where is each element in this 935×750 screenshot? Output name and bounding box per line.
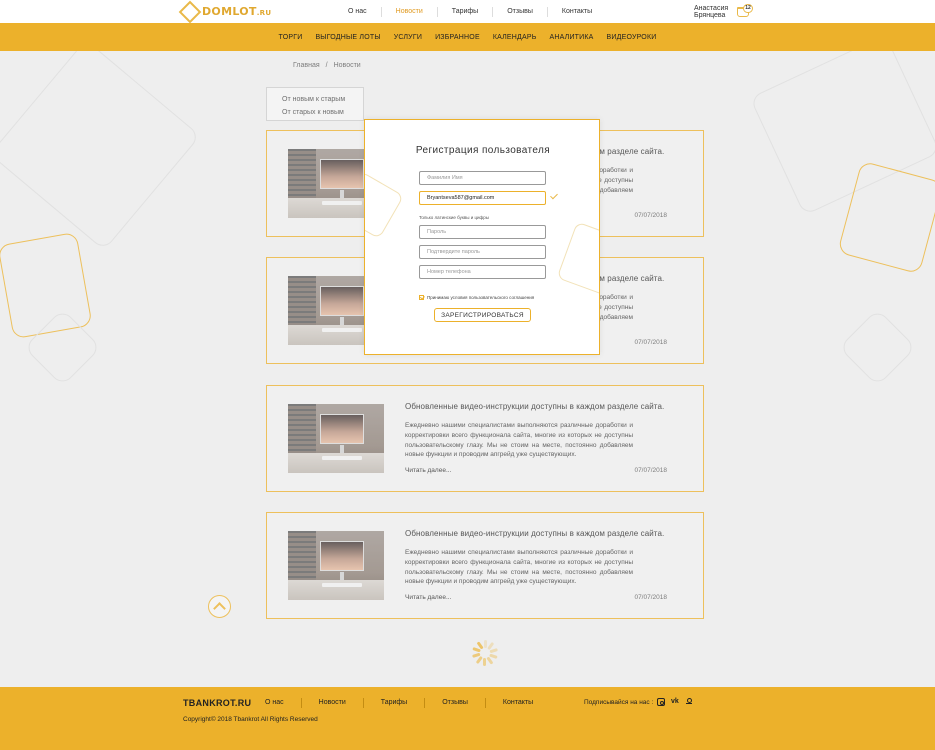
full-name-input[interactable] bbox=[419, 171, 546, 185]
main-menu: Торги Выгодные лоты Услуги Избранное Календа… bbox=[0, 23, 935, 51]
main-menu-item[interactable]: Календарь bbox=[493, 34, 537, 41]
footer: TBANKROT.RU О нас Новости Тарифы Отзывы Конт… bbox=[0, 687, 935, 750]
footer-nav-item[interactable]: Новости bbox=[302, 698, 364, 708]
subscribe-label: Подписывайся на нас : bbox=[584, 699, 654, 706]
registration-modal: Регистрация пользователя Только латински… bbox=[364, 119, 600, 355]
top-nav-item[interactable]: Контакты bbox=[548, 7, 606, 17]
email-valid-check-icon bbox=[550, 191, 558, 200]
main-menu-item[interactable]: Избранное bbox=[435, 34, 480, 41]
agreement: Принимаю условия пользовательского согла… bbox=[419, 295, 534, 300]
main-menu-item[interactable]: Услуги bbox=[394, 34, 422, 41]
copyright: Copyright© 2018 Tbankrot All Rights Rese… bbox=[183, 716, 318, 723]
social-links: vk bbox=[657, 698, 693, 706]
logo-diamond-icon bbox=[178, 0, 202, 23]
footer-nav-item[interactable]: Тарифы bbox=[364, 698, 426, 708]
modal-decor-shape bbox=[365, 170, 405, 240]
main-menu-item[interactable]: Торги bbox=[279, 34, 303, 41]
site-logo[interactable]: DOMLOT.RU bbox=[178, 0, 272, 23]
vk-icon[interactable]: vk bbox=[671, 698, 679, 706]
modal-title: Регистрация пользователя bbox=[415, 145, 551, 156]
top-nav-item[interactable]: Новости bbox=[382, 6, 438, 17]
instagram-icon[interactable] bbox=[657, 698, 665, 706]
footer-logo[interactable]: TBANKROT.RU bbox=[183, 698, 251, 708]
logo-text: DOMLOT.RU bbox=[202, 5, 272, 18]
latin-only-hint: Только латинские буквы и цифры bbox=[419, 215, 489, 220]
top-nav-item[interactable]: Отзывы bbox=[493, 6, 548, 17]
confirm-password-input[interactable] bbox=[419, 245, 546, 259]
agreement-checkbox[interactable] bbox=[419, 295, 424, 300]
email-input[interactable] bbox=[419, 191, 546, 205]
agreement-label[interactable]: Принимаю условия пользовательского согла… bbox=[427, 295, 534, 300]
main-menu-item[interactable]: Аналитика bbox=[550, 34, 594, 41]
footer-nav-item[interactable]: О нас bbox=[248, 698, 302, 708]
main-menu-item[interactable]: Выгодные лоты bbox=[315, 34, 380, 41]
user-name[interactable]: Анастасия Брянцева bbox=[694, 5, 728, 19]
phone-input[interactable] bbox=[419, 265, 546, 279]
register-button[interactable]: Зарегистрироваться bbox=[434, 308, 531, 322]
modal-decor-shape bbox=[556, 221, 599, 299]
top-nav: О нас Новости Тарифы Отзывы Контакты bbox=[334, 0, 606, 23]
footer-nav-item[interactable]: Контакты bbox=[486, 698, 550, 708]
footer-nav: О нас Новости Тарифы Отзывы Контакты bbox=[248, 697, 550, 709]
odnoklassniki-icon[interactable] bbox=[685, 698, 693, 706]
top-nav-item[interactable]: Тарифы bbox=[438, 6, 494, 17]
cart-count-badge: 12 bbox=[743, 4, 753, 13]
footer-nav-item[interactable]: Отзывы bbox=[425, 698, 486, 708]
password-input[interactable] bbox=[419, 225, 546, 239]
top-bar: DOMLOT.RU О нас Новости Тарифы Отзывы Контак… bbox=[0, 0, 935, 23]
main-menu-item[interactable]: Видеоуроки bbox=[607, 34, 657, 41]
top-nav-item[interactable]: О нас bbox=[334, 6, 382, 17]
